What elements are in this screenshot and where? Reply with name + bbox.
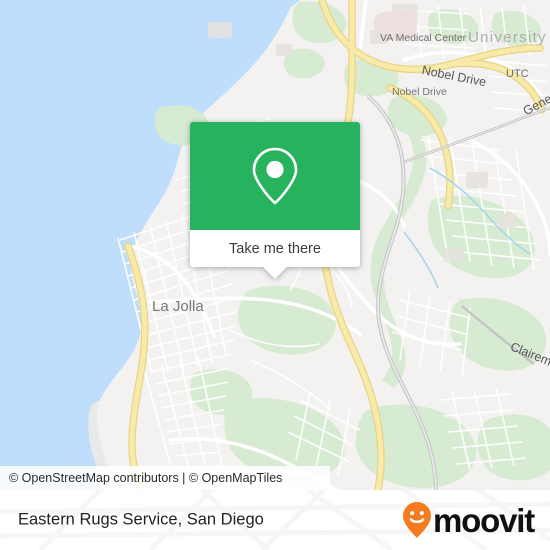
moovit-smiley-pin-icon xyxy=(403,502,432,538)
popup-header xyxy=(190,122,360,230)
take-me-there-button-label: Take me there xyxy=(229,240,321,257)
popup-tail-arrow xyxy=(262,266,288,279)
popup-footer[interactable]: Take me there xyxy=(190,230,360,279)
moovit-wordmark: moovit xyxy=(433,501,535,539)
map-pin-icon xyxy=(252,147,298,205)
moovit-brand-logo[interactable]: moovit xyxy=(402,501,535,539)
attribution-text: © OpenStreetMap contributors | © OpenMap… xyxy=(9,471,283,485)
page-footer: Eastern Rugs Service, San Diego moovit xyxy=(0,490,550,550)
location-popup-card[interactable]: Take me there xyxy=(190,122,360,279)
moovit-map-screenshot: VA Medical Center University City Nobel … xyxy=(0,0,550,550)
location-title: Eastern Rugs Service, San Diego xyxy=(18,510,264,529)
map-attribution-bar[interactable]: © OpenStreetMap contributors | © OpenMap… xyxy=(0,466,330,490)
map-canvas[interactable]: VA Medical Center University City Nobel … xyxy=(0,0,550,490)
